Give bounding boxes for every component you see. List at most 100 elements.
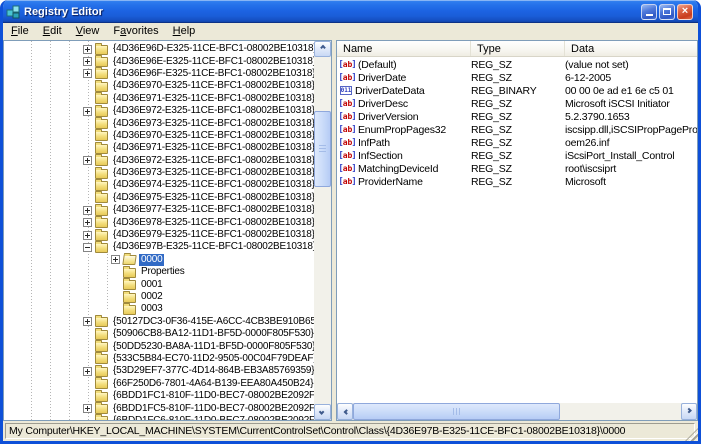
expand-plus-icon[interactable]	[83, 317, 92, 326]
expand-plus-icon[interactable]	[83, 206, 92, 215]
tree-item-label: {50127DC3-0F36-415E-A6CC-4CB3BE910B65}	[111, 316, 314, 328]
horizontal-scroll-thumb[interactable]	[353, 403, 560, 420]
registry-value-row[interactable]: 011DriverDateDataREG_BINARY00 00 0e ad e…	[337, 84, 697, 97]
expand-plus-icon[interactable]	[83, 57, 92, 66]
expand-plus-icon[interactable]	[83, 156, 92, 165]
vertical-scroll-thumb[interactable]	[314, 111, 331, 187]
folder-icon	[95, 94, 108, 104]
expand-plus-icon[interactable]	[111, 255, 120, 264]
tree-vertical-scrollbar[interactable]	[314, 41, 331, 420]
registry-value-row[interactable]: abProviderNameREG_SZMicrosoft	[337, 175, 697, 188]
registry-value-row[interactable]: abInfPathREG_SZoem26.inf	[337, 136, 697, 149]
scroll-down-button[interactable]	[314, 404, 331, 420]
expand-plus-icon[interactable]	[83, 404, 92, 413]
tree-item[interactable]: {4D36E972-E325-11CE-BFC1-08002BE10318}	[4, 105, 314, 117]
tree-item[interactable]: {4D36E973-E325-11CE-BFC1-08002BE10318}	[4, 117, 314, 129]
folder-icon	[95, 181, 108, 191]
registry-value-row[interactable]: ab(Default)REG_SZ(value not set)	[337, 58, 697, 71]
tree-item[interactable]: {53D29EF7-377C-4D14-864B-EB3A85769359}	[4, 365, 314, 377]
tree-item[interactable]: {533C5B84-EC70-11D2-9505-00C04F79DEAF}	[4, 353, 314, 365]
value-type-cell: REG_SZ	[471, 98, 565, 110]
menu-item-edit[interactable]: Edit	[36, 23, 69, 40]
tree-item[interactable]: 0000	[4, 254, 314, 266]
tree-item[interactable]: {4D36E97B-E325-11CE-BFC1-08002BE10318}	[4, 241, 314, 253]
tree-item[interactable]: {4D36E975-E325-11CE-BFC1-08002BE10318}	[4, 192, 314, 204]
tree-item[interactable]: {4D36E978-E325-11CE-BFC1-08002BE10318}	[4, 216, 314, 228]
tree-item-label: {4D36E977-E325-11CE-BFC1-08002BE10318}	[111, 204, 314, 216]
value-type-cell: REG_SZ	[471, 59, 565, 71]
tree-item[interactable]: {6BDD1FC1-810F-11D0-BEC7-08002BE2092F}	[4, 390, 314, 402]
registry-value-row[interactable]: abDriverDateREG_SZ6-12-2005	[337, 71, 697, 84]
tree-item[interactable]: {4D36E971-E325-11CE-BFC1-08002BE10318}	[4, 142, 314, 154]
registry-value-row[interactable]: abInfSectionREG_SZiScsiPort_Install_Cont…	[337, 149, 697, 162]
registry-value-row[interactable]: abMatchingDeviceIdREG_SZroot\iscsiprt	[337, 162, 697, 175]
folder-icon	[95, 131, 108, 141]
tree-item[interactable]: {4D36E96D-E325-11CE-BFC1-08002BE10318}	[4, 43, 314, 55]
registry-value-row[interactable]: abDriverVersionREG_SZ5.2.3790.1653	[337, 110, 697, 123]
values-list[interactable]: ab(Default)REG_SZ(value not set)abDriver…	[337, 58, 697, 188]
expand-plus-icon[interactable]	[83, 69, 92, 78]
close-button[interactable]: ×	[677, 4, 693, 20]
expand-plus-icon[interactable]	[83, 218, 92, 227]
value-name: DriverVersion	[358, 111, 418, 123]
titlebar[interactable]: Registry Editor ×	[0, 0, 701, 23]
binary-value-icon: 011	[340, 86, 352, 95]
column-header-type[interactable]: Type	[471, 41, 565, 56]
tree-item[interactable]: {4D36E973-E325-11CE-BFC1-08002BE10318}	[4, 167, 314, 179]
maximize-button[interactable]	[659, 4, 675, 20]
scroll-right-button[interactable]	[681, 403, 697, 420]
value-type-cell: REG_SZ	[471, 124, 565, 136]
registry-app-icon	[6, 5, 20, 19]
tree-item[interactable]: {50DD5230-BA8A-11D1-BF5D-0000F805F530}	[4, 340, 314, 352]
tree-item[interactable]: {4D36E977-E325-11CE-BFC1-08002BE10318}	[4, 204, 314, 216]
registry-tree[interactable]: {4D36E96D-E325-11CE-BFC1-08002BE10318}{4…	[4, 41, 314, 420]
menu-item-view[interactable]: View	[69, 23, 107, 40]
scroll-up-button[interactable]	[314, 41, 331, 57]
registry-value-row[interactable]: abDriverDescREG_SZMicrosoft iSCSI Initia…	[337, 97, 697, 110]
tree-item[interactable]: {66F250D6-7801-4A64-B139-EEA80A450B24}	[4, 378, 314, 390]
registry-value-row[interactable]: abEnumPropPages32REG_SZiscsipp.dll,iSCSI…	[337, 123, 697, 136]
tree-item[interactable]: {6BDD1FC5-810F-11D0-BEC7-08002BE2092F}	[4, 402, 314, 414]
expand-plus-icon[interactable]	[83, 107, 92, 116]
folder-icon	[95, 243, 108, 253]
column-header-name[interactable]: Name	[337, 41, 471, 56]
folder-icon	[95, 392, 108, 402]
tree-item[interactable]: {4D36E970-E325-11CE-BFC1-08002BE10318}	[4, 130, 314, 142]
string-value-icon: ab	[340, 124, 355, 135]
tree-item-label: Properties	[139, 266, 187, 278]
tree-item[interactable]: {6BDD1FC6-810F-11D0-BEC7-08002BE2092F}	[4, 415, 314, 420]
menu-item-favorites[interactable]: Favorites	[106, 23, 165, 40]
tree-item-label: {533C5B84-EC70-11D2-9505-00C04F79DEAF}	[111, 353, 314, 365]
expand-plus-icon[interactable]	[83, 231, 92, 240]
scroll-left-button[interactable]	[337, 403, 353, 420]
minimize-button[interactable]	[641, 4, 657, 20]
menu-item-help[interactable]: Help	[166, 23, 203, 40]
values-horizontal-scrollbar[interactable]	[337, 403, 697, 420]
menu-item-file[interactable]: File	[4, 23, 36, 40]
tree-item[interactable]: 0003	[4, 303, 314, 315]
expand-plus-icon[interactable]	[83, 367, 92, 376]
tree-item[interactable]: 0002	[4, 291, 314, 303]
tree-item[interactable]: {4D36E972-E325-11CE-BFC1-08002BE10318}	[4, 155, 314, 167]
tree-item[interactable]: {50127DC3-0F36-415E-A6CC-4CB3BE910B65}	[4, 316, 314, 328]
column-header-data[interactable]: Data	[565, 41, 697, 56]
tree-item[interactable]: {4D36E96F-E325-11CE-BFC1-08002BE10318}	[4, 68, 314, 80]
tree-item[interactable]: {50906CB8-BA12-11D1-BF5D-0000F805F530}	[4, 328, 314, 340]
value-name-cell: 011DriverDateData	[340, 85, 471, 97]
tree-item[interactable]: {4D36E971-E325-11CE-BFC1-08002BE10318}	[4, 93, 314, 105]
tree-item-label: {4D36E979-E325-11CE-BFC1-08002BE10318}	[111, 229, 314, 241]
collapse-minus-icon[interactable]	[83, 243, 92, 252]
value-type-cell: REG_SZ	[471, 163, 565, 175]
tree-item[interactable]: {4D36E974-E325-11CE-BFC1-08002BE10318}	[4, 179, 314, 191]
value-name: DriverDesc	[358, 98, 408, 110]
tree-item[interactable]: 0001	[4, 278, 314, 290]
tree-item[interactable]: {4D36E979-E325-11CE-BFC1-08002BE10318}	[4, 229, 314, 241]
close-icon: ×	[682, 6, 688, 17]
value-name: DriverDate	[358, 72, 406, 84]
tree-item[interactable]: {4D36E96E-E325-11CE-BFC1-08002BE10318}	[4, 55, 314, 67]
tree-item[interactable]: {4D36E970-E325-11CE-BFC1-08002BE10318}	[4, 80, 314, 92]
tree-item[interactable]: Properties	[4, 266, 314, 278]
expand-plus-icon[interactable]	[83, 45, 92, 54]
window-controls: ×	[641, 4, 693, 20]
minimize-icon	[646, 14, 653, 16]
